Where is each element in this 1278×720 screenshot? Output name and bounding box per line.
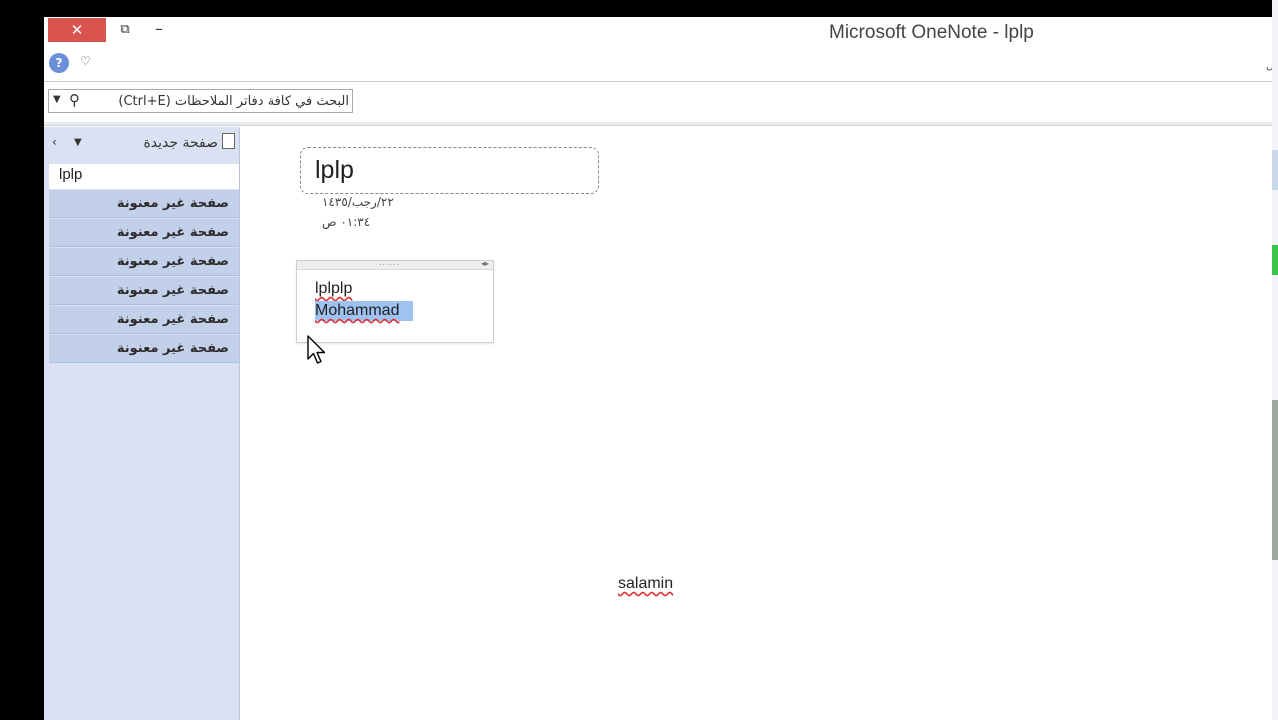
close-button[interactable]: ✕ <box>48 18 106 42</box>
background-window-edge <box>1272 400 1278 560</box>
page-title-box[interactable]: lplp <box>300 147 599 194</box>
onenote-window: ✕ ⧉ – Microsoft OneNote - lplp ? ♡ ل ▼ ⚲… <box>44 17 1278 720</box>
resize-arrows-icon[interactable]: ◂▸ <box>481 259 489 268</box>
ribbon-toggle-icon[interactable]: ♡ <box>80 54 91 68</box>
sidebar-item-page[interactable]: صفحة غير معنونة <box>49 190 239 218</box>
sidebar-item-page[interactable]: صفحة غير معنونة <box>49 248 239 276</box>
search-row: ▼ ⚲ <box>44 82 1278 122</box>
mouse-cursor-icon <box>307 335 326 364</box>
sidebar-item-page[interactable]: صفحة غير معنونة <box>49 219 239 247</box>
note-drag-handle[interactable]: ...... ◂▸ <box>297 258 493 270</box>
page-tabs-sidebar: ‹ ▼ صفحة جديدة lplp صفحة غير معنونة صفحة… <box>44 127 240 720</box>
window-title: Microsoft OneNote - lplp <box>829 22 1034 43</box>
collapse-chevron-icon[interactable]: ‹ <box>52 135 57 149</box>
sidebar-item-page[interactable]: صفحة غير معنونة <box>49 277 239 305</box>
note-container[interactable]: ...... ◂▸ lplplp Mohammad <box>296 258 494 343</box>
new-page-label: صفحة جديدة <box>143 135 218 151</box>
background-window-edge <box>1272 245 1278 275</box>
search-input[interactable] <box>87 91 349 111</box>
quick-access-toolbar: ? ♡ ل <box>44 47 1278 81</box>
restore-button[interactable]: ⧉ <box>114 20 136 40</box>
note-text-line: Mohammad <box>315 302 400 319</box>
menu-dropdown-icon[interactable]: ▼ <box>74 137 82 148</box>
search-box[interactable]: ▼ ⚲ <box>48 89 353 113</box>
background-window-edge <box>1272 0 1278 720</box>
floating-note-text[interactable]: salamin <box>618 575 673 593</box>
note-text-selected[interactable]: Mohammad <box>315 301 414 321</box>
page-canvas[interactable]: lplp ٢٢/رجب/١٤٣٥ ٠١:٣٤ ص ...... ◂▸ lplpl… <box>241 127 1272 720</box>
page-date: ٢٢/رجب/١٤٣٥ <box>322 195 394 209</box>
search-scope-dropdown-icon[interactable]: ▼ <box>53 94 61 105</box>
page-list: صفحة غير معنونة صفحة غير معنونة صفحة غير… <box>49 190 239 364</box>
page-title[interactable]: lplp <box>315 156 354 185</box>
search-icon[interactable]: ⚲ <box>69 91 80 109</box>
new-page-button[interactable]: صفحة جديدة <box>143 133 235 151</box>
sidebar-header: ‹ ▼ صفحة جديدة <box>44 127 240 159</box>
sidebar-item-page[interactable]: صفحة غير معنونة <box>49 335 239 363</box>
help-icon[interactable]: ? <box>49 53 69 73</box>
note-text-line[interactable]: lplplp <box>315 280 352 298</box>
title-bar: ✕ ⧉ – Microsoft OneNote - lplp <box>44 17 1278 47</box>
minimize-button[interactable]: – <box>148 20 170 40</box>
sidebar-item-current-page[interactable]: lplp <box>49 164 239 189</box>
sidebar-item-page[interactable]: صفحة غير معنونة <box>49 306 239 334</box>
background-window-edge <box>1272 150 1278 190</box>
new-page-icon <box>222 133 235 149</box>
page-time: ٠١:٣٤ ص <box>322 215 371 229</box>
divider <box>44 122 1278 126</box>
grip-dots-icon: ...... <box>379 258 401 267</box>
